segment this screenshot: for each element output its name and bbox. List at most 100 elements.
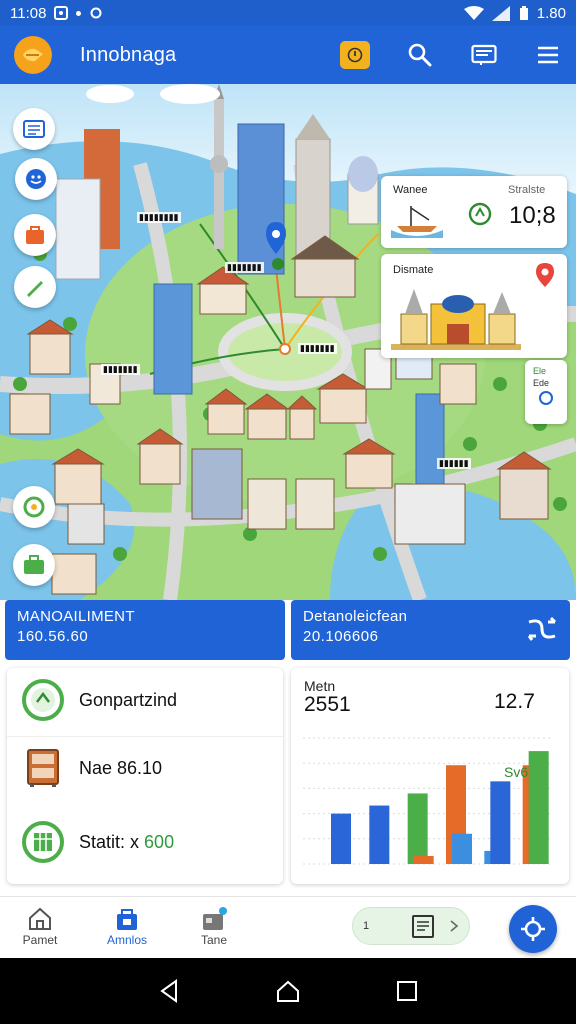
nav-store-label: Tane	[200, 933, 228, 947]
back-icon[interactable]	[158, 979, 180, 1003]
battery-icon	[519, 6, 528, 20]
nav-item-bag[interactable]: Amnlos	[92, 905, 162, 947]
briefcase-icon	[24, 555, 44, 574]
bag-icon	[117, 909, 137, 930]
list-item-3-prefix: Statit: x	[79, 831, 140, 852]
weather-title: Wanee	[393, 184, 428, 196]
management-title: MANOAILIMENT	[17, 608, 135, 625]
chart-bar[interactable]	[331, 813, 351, 864]
chart-bar[interactable]	[369, 805, 390, 864]
search-pill[interactable]: 1	[352, 907, 470, 945]
detail-value: 20.106606	[303, 628, 379, 645]
chart-bar[interactable]	[407, 793, 428, 864]
place-card[interactable]: Dismate	[381, 254, 567, 358]
chevron-right-icon	[450, 920, 459, 932]
battery-text: 1.80	[536, 4, 566, 22]
map-label-5[interactable]: ▮▮▮▮▮▮	[437, 458, 471, 469]
dot-icon	[76, 10, 82, 16]
search-icon	[408, 43, 432, 67]
chart-bar[interactable]	[452, 833, 472, 864]
list-button[interactable]	[13, 108, 55, 150]
summary-list-panel: Gonpartzind Nae 86.10 Statit: x 600	[7, 668, 283, 884]
recycle-icon	[23, 496, 45, 518]
mini-legend-card[interactable]: Ele Ede	[525, 360, 567, 424]
palace-illustration	[391, 289, 521, 350]
compass-pin-button[interactable]	[340, 41, 370, 69]
badge-icon	[21, 678, 65, 722]
list-item-1[interactable]: Gonpartzind	[7, 678, 283, 722]
list-icon	[23, 120, 45, 138]
signal-icon	[491, 5, 510, 21]
city-map[interactable]: ▮▮▮▮▮▮▮▮ ▮▮▮▮▮▮▮ ▮▮▮▮▮▮▮ ▮▮▮▮▮▮▮ ▮▮▮▮▮▮ …	[0, 84, 576, 600]
list-item-2-label: Nae 86.10	[79, 757, 163, 778]
app-screen: 11:08 1.80 Innobnaga ▮▮▮▮▮▮▮▮ ▮▮▮▮▮▮▮ ▮▮…	[0, 0, 576, 1024]
list-item-2[interactable]: Nae 86.10	[7, 746, 283, 790]
detail-title: Detanoleicfean	[303, 608, 408, 625]
bag-button[interactable]	[14, 214, 56, 256]
menu-button[interactable]	[534, 41, 562, 69]
list-item-3[interactable]: Statit: x 600	[7, 820, 283, 864]
location-pin-icon	[536, 263, 554, 287]
pencil-icon	[27, 281, 43, 297]
sync-icon	[90, 7, 102, 19]
status-bar: 11:08 1.80	[0, 0, 576, 26]
card-button[interactable]	[470, 41, 498, 69]
wifi-icon	[463, 5, 484, 20]
circle-icon	[539, 391, 553, 405]
detail-banner[interactable]: Detanoleicfean 20.106606	[291, 600, 570, 660]
map-label-2[interactable]: ▮▮▮▮▮▮▮	[225, 262, 264, 273]
search-button[interactable]	[406, 41, 434, 69]
smiley-button[interactable]	[15, 158, 57, 200]
cabinet-icon	[21, 746, 65, 790]
search-pill-text: 1	[363, 920, 370, 932]
nav-item-store[interactable]: Tane	[179, 905, 249, 947]
nav-item-home[interactable]: Pamet	[5, 905, 75, 947]
nav-bag-label: Amnlos	[106, 933, 147, 947]
management-banner[interactable]: MANOAILIMENT 160.56.60	[5, 600, 285, 660]
chart-panel[interactable]: Metn 2551 12.7 Sv6	[291, 668, 569, 884]
home-system-icon[interactable]	[275, 979, 301, 1003]
mini-line-2: Ede	[533, 378, 550, 388]
system-navigation	[0, 958, 576, 1024]
home-icon	[29, 907, 51, 930]
bag-icon	[26, 226, 44, 244]
document-icon	[412, 915, 435, 938]
list-item-3-label: Statit: x 600	[79, 832, 174, 853]
list-item-3-value: 600	[144, 831, 175, 852]
compass-pin-icon	[347, 47, 363, 63]
crosshair-icon	[521, 917, 545, 941]
map-label-3[interactable]: ▮▮▮▮▮▮▮	[101, 364, 140, 375]
locate-fab[interactable]	[509, 905, 557, 953]
pencil-button[interactable]	[14, 266, 56, 308]
bottom-navigation: Pamet Amnlos Tane 1	[0, 896, 576, 958]
smiley-icon	[26, 169, 46, 189]
clock: 11:08	[10, 4, 47, 22]
store-icon	[203, 907, 227, 930]
chart-bar[interactable]	[490, 781, 511, 864]
map-label-4[interactable]: ▮▮▮▮▮▮▮	[298, 343, 337, 354]
place-title: Dismate	[393, 264, 434, 276]
app-bar: Innobnaga	[0, 26, 576, 84]
menu-icon	[538, 46, 558, 64]
chart-overlay-text: Sv6	[504, 764, 529, 780]
recycle-button[interactable]	[13, 486, 55, 528]
briefcase-button[interactable]	[13, 544, 55, 586]
weather-card[interactable]: Wanee Stralste 10;8	[381, 176, 567, 248]
map-label-1[interactable]: ▮▮▮▮▮▮▮▮	[137, 212, 181, 223]
shuffle-icon[interactable]	[526, 614, 558, 644]
chart-bar[interactable]	[413, 855, 434, 864]
chart-bar[interactable]	[528, 751, 549, 864]
logo-icon[interactable]	[14, 36, 52, 74]
list-item-1-label: Gonpartzind	[79, 689, 178, 710]
grid-icon	[21, 820, 65, 864]
refresh-icon	[468, 202, 492, 226]
management-value: 160.56.60	[17, 628, 89, 645]
boat-icon	[391, 206, 443, 238]
nav-home-label: Pamet	[22, 933, 58, 947]
card-icon	[471, 44, 497, 65]
mini-line-1: Ele	[533, 366, 547, 376]
app-title: Innobnaga	[80, 43, 177, 66]
recents-icon[interactable]	[396, 980, 418, 1002]
notification-icon	[54, 6, 69, 20]
weather-right-label: Stralste	[508, 184, 546, 196]
